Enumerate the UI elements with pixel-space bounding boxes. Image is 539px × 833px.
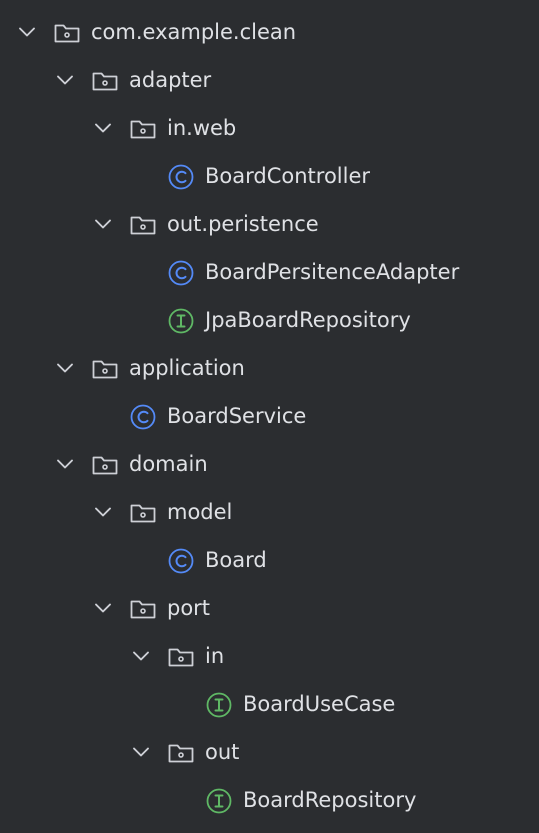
chevron-down-icon[interactable] (54, 69, 76, 91)
class-icon (167, 163, 195, 191)
tree-item-label: domain (129, 452, 208, 476)
chevron-down-icon[interactable] (130, 741, 152, 763)
chevron-down-icon[interactable] (92, 117, 114, 139)
class-icon (129, 403, 157, 431)
tree-row-board[interactable]: Board (0, 536, 539, 584)
tree-item-label: com.example.clean (91, 20, 297, 44)
folder-icon (129, 115, 157, 143)
tree-row-model[interactable]: model (0, 488, 539, 536)
tree-item-label: adapter (129, 68, 212, 92)
tree-row-jpaboardrepository[interactable]: JpaBoardRepository (0, 296, 539, 344)
tree-row-in[interactable]: in (0, 632, 539, 680)
tree-row-boardrepository[interactable]: BoardRepository (0, 776, 539, 824)
tree-item-label: in (205, 644, 225, 668)
chevron-down-icon[interactable] (54, 453, 76, 475)
tree-row-com-example-clean[interactable]: com.example.clean (0, 8, 539, 56)
tree-row-in-web[interactable]: in.web (0, 104, 539, 152)
tree-item-label: BoardUseCase (243, 692, 396, 716)
tree-item-label: port (167, 596, 211, 620)
folder-icon (129, 499, 157, 527)
tree-item-label: BoardService (167, 404, 307, 428)
folder-icon (91, 451, 119, 479)
folder-icon (129, 595, 157, 623)
class-icon (167, 259, 195, 287)
project-tree: com.example.clean adapter in.web BoardContr… (0, 0, 539, 833)
folder-icon (167, 643, 195, 671)
tree-item-label: BoardRepository (243, 788, 417, 812)
interface-icon (167, 307, 195, 335)
folder-icon (91, 67, 119, 95)
tree-item-label: JpaBoardRepository (205, 308, 411, 332)
chevron-down-icon[interactable] (130, 645, 152, 667)
tree-item-label: Board (205, 548, 267, 572)
tree-item-label: in.web (167, 116, 237, 140)
chevron-down-icon[interactable] (92, 501, 114, 523)
tree-row-boardusecase[interactable]: BoardUseCase (0, 680, 539, 728)
tree-row-adapter[interactable]: adapter (0, 56, 539, 104)
chevron-down-icon[interactable] (92, 597, 114, 619)
chevron-down-icon[interactable] (92, 213, 114, 235)
tree-row-application[interactable]: application (0, 344, 539, 392)
folder-icon (129, 211, 157, 239)
tree-item-label: application (129, 356, 245, 380)
folder-icon (167, 739, 195, 767)
tree-item-label: model (167, 500, 233, 524)
tree-row-domain[interactable]: domain (0, 440, 539, 488)
tree-row-boardpersitenceadapter[interactable]: BoardPersitenceAdapter (0, 248, 539, 296)
tree-item-label: BoardPersitenceAdapter (205, 260, 460, 284)
tree-row-port[interactable]: port (0, 584, 539, 632)
tree-item-label: BoardController (205, 164, 371, 188)
folder-icon (53, 19, 81, 47)
folder-icon (91, 355, 119, 383)
tree-row-out-peristence[interactable]: out.peristence (0, 200, 539, 248)
tree-row-out[interactable]: out (0, 728, 539, 776)
chevron-down-icon[interactable] (54, 357, 76, 379)
tree-row-boardservice[interactable]: BoardService (0, 392, 539, 440)
interface-icon (205, 787, 233, 815)
tree-row-boardcontroller[interactable]: BoardController (0, 152, 539, 200)
interface-icon (205, 691, 233, 719)
chevron-down-icon[interactable] (16, 21, 38, 43)
class-icon (167, 547, 195, 575)
tree-item-label: out (205, 740, 240, 764)
tree-item-label: out.peristence (167, 212, 319, 236)
